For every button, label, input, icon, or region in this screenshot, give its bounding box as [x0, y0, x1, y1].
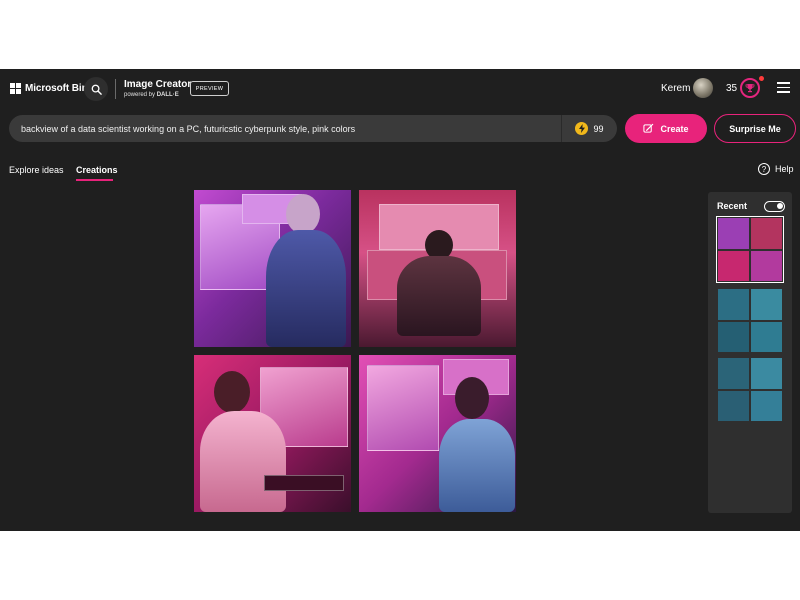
preview-badge: PREVIEW — [190, 81, 229, 96]
microsoft-bing-logo[interactable]: Microsoft Bing — [10, 83, 94, 94]
search-icon — [91, 84, 102, 95]
recent-thumbnail-2[interactable] — [718, 289, 782, 352]
generated-image-4[interactable] — [359, 355, 516, 512]
create-label: Create — [660, 123, 689, 134]
user-name[interactable]: Kerem — [661, 83, 690, 94]
question-circle-icon: ? — [758, 163, 770, 175]
rewards-button[interactable] — [740, 78, 760, 98]
boosts-counter[interactable]: 99 — [561, 115, 617, 142]
boosts-count: 99 — [593, 123, 604, 134]
surprise-me-button[interactable]: Surprise Me — [714, 114, 796, 143]
prompt-bar: 99 — [9, 115, 617, 142]
powered-by-label: powered by — [124, 92, 156, 98]
recent-panel: Recent — [708, 192, 792, 513]
notification-dot — [759, 76, 764, 81]
microsoft-logo-icon — [10, 83, 21, 94]
create-button[interactable]: Create — [625, 114, 707, 143]
header-divider — [115, 79, 116, 99]
active-tab-indicator — [76, 179, 113, 181]
recent-title: Recent — [717, 201, 748, 211]
recent-thumbnail-3[interactable] — [718, 358, 782, 421]
generated-image-3[interactable] — [194, 355, 351, 512]
hamburger-menu-icon[interactable] — [777, 82, 790, 93]
help-label: Help — [775, 164, 794, 174]
tab-explore-ideas[interactable]: Explore ideas — [9, 165, 64, 175]
generated-image-1[interactable] — [194, 190, 351, 347]
generated-image-2[interactable] — [359, 190, 516, 347]
image-creator-brand[interactable]: Image Creator powered by DALL·E — [124, 79, 191, 98]
powered-by-brand: DALL·E — [156, 92, 179, 98]
help-button[interactable]: ? Help — [758, 163, 794, 175]
pencil-sparkle-icon — [643, 123, 654, 133]
recent-toggle[interactable] — [764, 201, 785, 212]
powered-by-text: powered by DALL·E — [124, 92, 191, 98]
recent-thumbnail-1[interactable] — [716, 216, 784, 283]
rewards-count[interactable]: 35 — [726, 83, 737, 94]
avatar[interactable] — [693, 78, 713, 98]
search-button[interactable] — [84, 77, 108, 101]
image-creator-app: Microsoft Bing Image Creator powered by … — [0, 69, 800, 531]
app-title: Image Creator — [124, 79, 192, 90]
lightning-bolt-icon — [575, 122, 589, 135]
tab-creations[interactable]: Creations — [76, 165, 118, 175]
prompt-input[interactable] — [9, 115, 561, 142]
trophy-icon — [745, 84, 755, 93]
